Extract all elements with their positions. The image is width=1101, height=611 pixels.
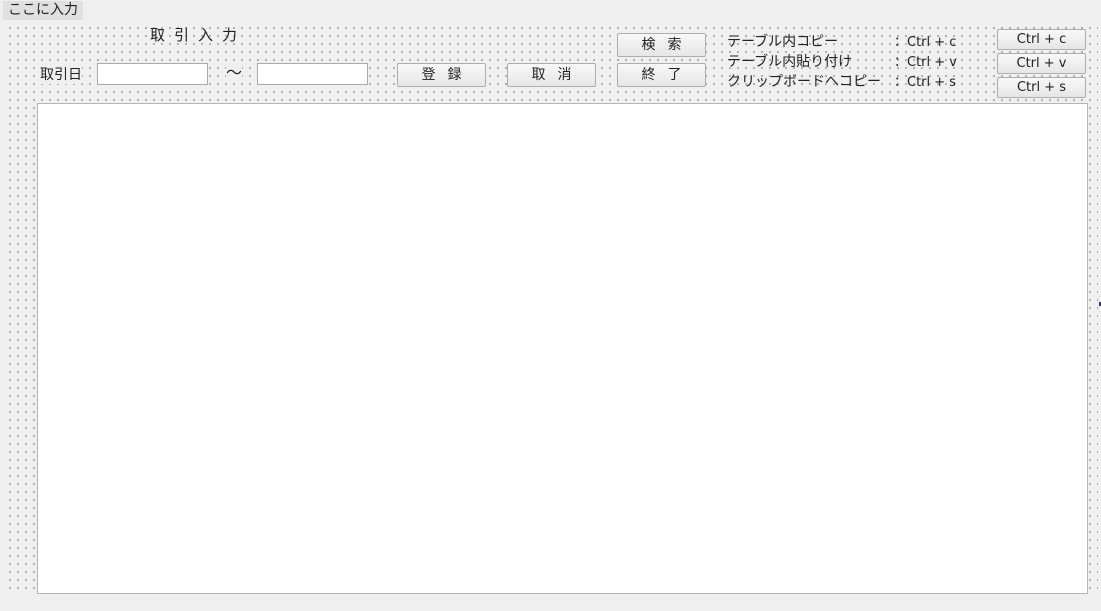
shortcut-paste-label: テーブル内貼り付け <box>727 54 853 70</box>
form-title: 取引入力 <box>150 26 247 44</box>
range-separator: 〜 <box>226 63 243 82</box>
menu-item-type-here[interactable]: ここに入力 <box>3 1 83 20</box>
shortcut-copy-keys: ：Ctrl + c <box>894 35 957 50</box>
exit-button[interactable]: 終了 <box>617 63 706 87</box>
menu-bar: ここに入力 <box>0 0 1101 22</box>
ctrl-v-button[interactable]: Ctrl + v <box>997 53 1086 74</box>
search-button[interactable]: 検索 <box>617 33 706 57</box>
cancel-button[interactable]: 取消 <box>507 63 596 87</box>
status-bar <box>0 594 1101 611</box>
data-table[interactable] <box>37 103 1088 594</box>
shortcut-clipboard-label: クリップボードへコピー <box>727 74 881 90</box>
date-to-input[interactable] <box>257 63 368 85</box>
date-from-input[interactable] <box>97 63 208 85</box>
transaction-date-label: 取引日 <box>40 66 82 84</box>
shortcut-clipboard-keys: ：Ctrl + s <box>894 75 957 90</box>
form-design-surface: 取引入力 取引日 〜 登録 取消 検索 終了 テーブル内コピー テーブル内貼り付… <box>4 22 1098 594</box>
shortcut-paste-keys: ：Ctrl + v <box>894 55 957 70</box>
register-button[interactable]: 登録 <box>397 63 486 87</box>
ctrl-s-button[interactable]: Ctrl + s <box>997 77 1086 98</box>
shortcut-copy-label: テーブル内コピー <box>727 34 839 50</box>
ctrl-c-button[interactable]: Ctrl + c <box>997 29 1086 50</box>
